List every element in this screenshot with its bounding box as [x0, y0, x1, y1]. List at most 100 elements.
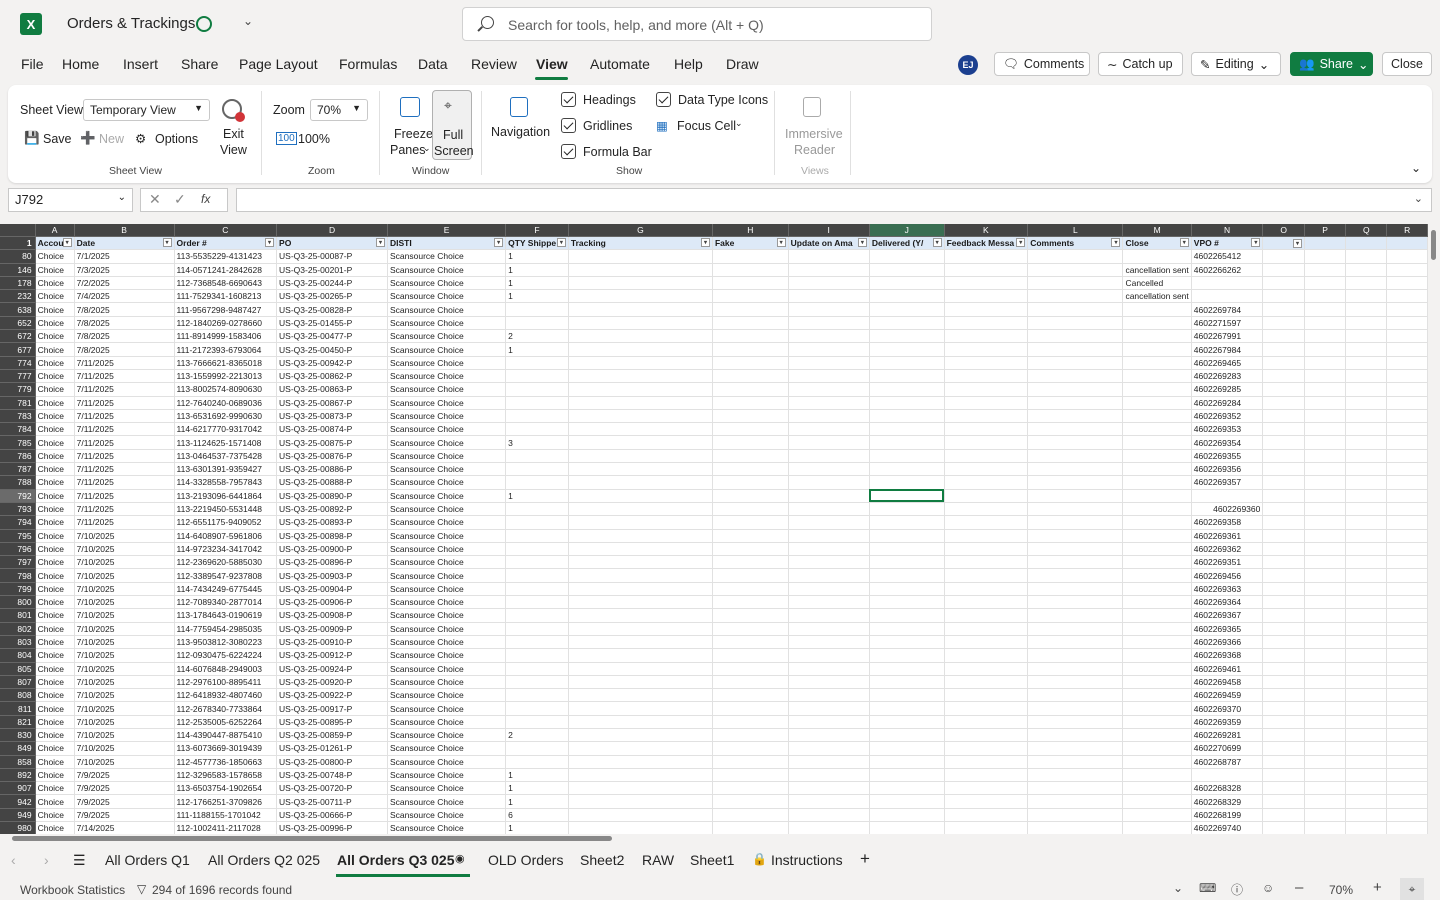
cell[interactable]: [1304, 542, 1347, 557]
sheet-tab[interactable]: OLD Orders: [488, 852, 563, 868]
cell[interactable]: [944, 329, 1029, 344]
cell[interactable]: US-Q3-25-00912-P: [276, 648, 388, 663]
cell[interactable]: [505, 542, 569, 557]
cell[interactable]: [1386, 356, 1428, 370]
cell[interactable]: [788, 449, 870, 464]
cell[interactable]: [1122, 515, 1192, 530]
sheet-view-select[interactable]: Temporary View ▼: [83, 99, 210, 121]
cell[interactable]: 4602267984: [1191, 342, 1264, 357]
cell[interactable]: [568, 555, 713, 570]
cell[interactable]: [1386, 555, 1428, 570]
navigation-button[interactable]: Navigation: [491, 125, 550, 139]
cell[interactable]: [869, 249, 945, 264]
cell[interactable]: [568, 302, 713, 317]
cell[interactable]: [1386, 276, 1428, 291]
cell[interactable]: [505, 462, 569, 477]
menu-data[interactable]: Data: [418, 56, 448, 72]
cell[interactable]: [1345, 289, 1388, 304]
cell[interactable]: [1027, 755, 1124, 769]
row-number[interactable]: 949: [0, 808, 36, 823]
cell[interactable]: Scansource Choice: [387, 595, 507, 610]
cell[interactable]: [1345, 608, 1388, 623]
cell[interactable]: [944, 449, 1029, 464]
cell[interactable]: [788, 688, 870, 703]
cell[interactable]: [505, 595, 569, 610]
row-number[interactable]: 638: [0, 302, 36, 317]
cell[interactable]: [712, 475, 789, 490]
cell[interactable]: 112-6551175-9409052: [174, 515, 278, 530]
cell[interactable]: 114-6217770-9317042: [174, 422, 278, 437]
cell[interactable]: 2: [505, 329, 569, 344]
cell[interactable]: [712, 701, 789, 716]
cell[interactable]: [712, 263, 789, 277]
cell[interactable]: [1262, 409, 1305, 424]
cell[interactable]: [944, 475, 1029, 490]
column-heading[interactable]: ▾ PO: [276, 236, 388, 251]
exit-view-icon[interactable]: [222, 99, 245, 122]
cell[interactable]: Choice: [35, 422, 75, 437]
cell[interactable]: 114-7759454-2985035: [174, 622, 278, 636]
cell[interactable]: US-Q3-25-00924-P: [276, 662, 388, 676]
cell[interactable]: [568, 648, 713, 663]
row-number[interactable]: 793: [0, 502, 36, 517]
cell[interactable]: [1304, 529, 1347, 543]
cell[interactable]: [568, 595, 713, 610]
cell[interactable]: [1345, 276, 1388, 291]
cell[interactable]: [1262, 396, 1305, 410]
cell[interactable]: [944, 635, 1029, 650]
cell[interactable]: 7/10/2025: [74, 688, 175, 703]
cell[interactable]: [944, 582, 1029, 597]
cell[interactable]: [1262, 422, 1305, 437]
cell[interactable]: [505, 755, 569, 769]
cell[interactable]: [1304, 369, 1347, 384]
row-number[interactable]: 232: [0, 289, 36, 304]
cell[interactable]: 113-7666621-8365018: [174, 356, 278, 370]
cell[interactable]: 1: [505, 289, 569, 304]
cell[interactable]: [1262, 622, 1305, 636]
cell[interactable]: 7/11/2025: [74, 409, 175, 424]
cell[interactable]: [1122, 821, 1192, 834]
cell[interactable]: [568, 342, 713, 357]
filter-dropdown-icon[interactable]: ▾: [1251, 238, 1261, 248]
cell[interactable]: [505, 422, 569, 437]
cell[interactable]: [1122, 435, 1192, 450]
cell[interactable]: [1304, 781, 1347, 796]
cell[interactable]: 114-0571241-2842628: [174, 263, 278, 277]
cell[interactable]: 7/10/2025: [74, 622, 175, 636]
cell[interactable]: Choice: [35, 701, 75, 716]
cell[interactable]: [1027, 289, 1124, 304]
row-number[interactable]: 830: [0, 728, 36, 743]
cell[interactable]: US-Q3-25-01455-P: [276, 316, 388, 331]
cell[interactable]: [712, 289, 789, 304]
cell[interactable]: [568, 409, 713, 424]
column-heading[interactable]: ▾ DISTI: [387, 236, 507, 251]
cell[interactable]: 4602268787: [1191, 755, 1264, 769]
cell[interactable]: [1262, 289, 1305, 304]
cell[interactable]: Scansource Choice: [387, 701, 507, 716]
cell[interactable]: 3: [505, 435, 569, 450]
cell[interactable]: Scansource Choice: [387, 542, 507, 557]
cell[interactable]: [1304, 688, 1347, 703]
cell[interactable]: [1122, 741, 1192, 756]
cell[interactable]: US-Q3-25-00908-P: [276, 608, 388, 623]
cell[interactable]: [1345, 422, 1388, 437]
cell[interactable]: 112-0930475-6224224: [174, 648, 278, 663]
cell[interactable]: 7/9/2025: [74, 794, 175, 809]
cell[interactable]: [1304, 515, 1347, 530]
cell[interactable]: [1304, 249, 1347, 264]
cell[interactable]: [1386, 568, 1428, 583]
filter-dropdown-icon[interactable]: ▾: [1179, 238, 1189, 248]
menu-view[interactable]: View: [536, 56, 568, 72]
cell[interactable]: [1304, 808, 1347, 823]
cell[interactable]: 7/9/2025: [74, 781, 175, 796]
cell[interactable]: [1345, 675, 1388, 690]
cell[interactable]: [944, 608, 1029, 623]
cell[interactable]: [1386, 675, 1428, 690]
cell[interactable]: cancellation sent: [1122, 289, 1192, 304]
cell[interactable]: [1345, 741, 1388, 756]
cell[interactable]: [1345, 701, 1388, 716]
cell[interactable]: [788, 595, 870, 610]
cell[interactable]: Choice: [35, 276, 75, 291]
column-header-n[interactable]: N: [1191, 224, 1264, 237]
cell[interactable]: [1027, 662, 1124, 676]
